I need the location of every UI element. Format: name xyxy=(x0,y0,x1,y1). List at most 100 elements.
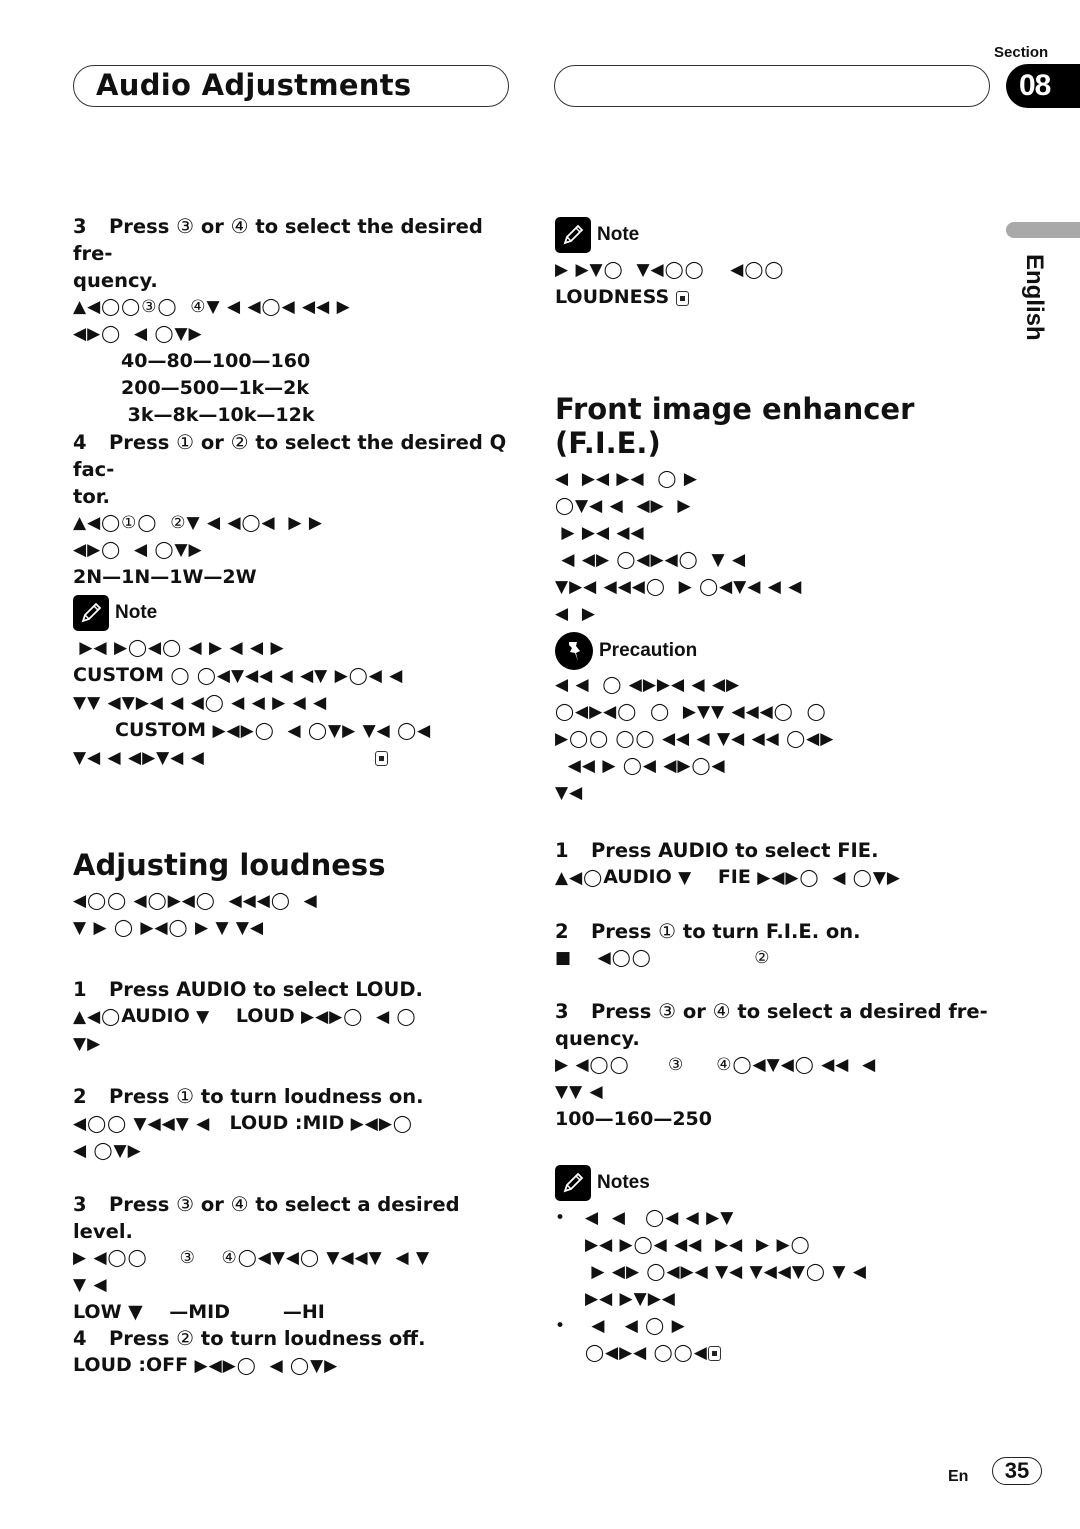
note-heading-text: Note xyxy=(597,224,640,245)
precaution-heading-text: Precaution xyxy=(599,640,698,661)
note-text: ▼▼ ◀▼▶◀ ◀ ◀◯ ◀ ◀ ▶ ◀ ◀ xyxy=(73,693,328,713)
body-text-part: ▲◀◯ xyxy=(73,1007,122,1027)
step-text: Press xyxy=(591,920,659,943)
body-text: ▲◀◯◯③◯ ④▼ ◀ ◀◯◀ ◀◀ ▶ xyxy=(73,297,351,317)
body-text: ▲◀◯①◯ ②▼ ◀ ◀◯◀ ▶ ▶ xyxy=(73,513,323,533)
button-4-icon: ④ xyxy=(230,214,249,238)
step-number: 4 xyxy=(73,431,87,454)
step-heading: 4 Press ② to turn loudness off. xyxy=(73,1325,523,1352)
level-values: LOW ▼ —MID —HI xyxy=(73,1299,523,1326)
loud-off-keyword: LOUD :OFF xyxy=(73,1354,189,1376)
notes-box-right: Notes • ◀ ◀ ◯◀ ◀ ▶▼ ▶◀ ▶◯◀ ◀◀ ▶◀ ▶ ▶◯ ▶ … xyxy=(555,1165,1005,1367)
loudness-step-3: 3 Press ③ or ④ to select a desired level.… xyxy=(73,1191,523,1326)
bullet: • xyxy=(555,1316,567,1336)
step-heading-cont: quency. xyxy=(73,269,158,292)
body-text: LOUD :OFF ▶◀▶◯ ◀ ◯▼▶ xyxy=(73,1352,523,1380)
button-1-icon: ① xyxy=(176,430,195,454)
step-number: 3 xyxy=(555,1000,569,1023)
step-select-q-factor: 4 Press ① or ② to select the desired Q fa… xyxy=(73,429,523,591)
step-text: Press xyxy=(109,1327,177,1350)
step-heading: 3 Press ③ or ④ to select a desired level. xyxy=(73,1191,523,1245)
step-text: Press xyxy=(591,1000,659,1023)
step-heading-cont: quency. xyxy=(555,1027,640,1050)
button-4-icon: ④ xyxy=(230,1192,249,1216)
button-2-icon: ② xyxy=(230,430,249,454)
step-text: Press xyxy=(109,215,177,238)
step-heading: 2 Press ① to turn F.I.E. on. xyxy=(555,918,1005,945)
button-3-icon: ③ xyxy=(658,999,677,1023)
language-tab-bar xyxy=(1006,222,1080,238)
step-text: to turn loudness on. xyxy=(194,1085,424,1108)
body-text: ◯◀▶◀◯ ◯ ▶▼▼ ◀◀◀◯ ◯ xyxy=(555,702,827,722)
note-text: ▶◀ ▶▼▶◀ xyxy=(585,1289,676,1309)
body-text: ▼▶◀ ◀◀◀◯ ▶ ◯◀▼◀ ◀ ◀ xyxy=(555,577,803,597)
step-number: 1 xyxy=(555,839,569,862)
body-text: ◀▶◯ ◀ ◯▼▶ xyxy=(73,324,203,344)
level-mid-hi: —MID —HI xyxy=(149,1301,325,1323)
step-number: 4 xyxy=(73,1327,87,1350)
pushpin-precaution-icon xyxy=(555,632,593,670)
note-box-right: Note ▶ ▶▼◯ ▼◀◯◯ ◀◯◯ LOUDNESS xyxy=(555,217,1005,312)
step-text: or xyxy=(676,1000,713,1023)
end-mark-icon xyxy=(374,750,388,766)
note-heading: Note xyxy=(73,595,523,631)
custom-keyword: CUSTOM xyxy=(115,719,207,741)
body-text: ▶◯◯ ◯◯ ◀◀ ◀ ▼◀ ◀◀ ◯◀▶ xyxy=(555,729,835,749)
step-text: or xyxy=(194,1193,231,1216)
custom-keyword: CUSTOM xyxy=(73,664,165,686)
step-text: Press xyxy=(109,431,177,454)
step-heading-cont: tor. xyxy=(73,485,110,508)
body-text-part: ◀◯◯ ▼◀◀▼ ◀ xyxy=(73,1114,230,1134)
body-text: ◀◯◯ ◀◯▶◀◯ ◀◀◀◯ ◀ xyxy=(73,891,318,911)
header-blank-frame xyxy=(554,65,990,107)
language-tab-label: English xyxy=(1021,254,1048,341)
section-number-tab: 08 xyxy=(1006,64,1080,108)
bullet: • xyxy=(555,1208,567,1228)
section-label: Section xyxy=(994,44,1049,61)
body-text: ▼▶ xyxy=(73,1034,102,1054)
q-factor-values: 2N—1N—1W—2W xyxy=(73,566,257,588)
note-text: ▶ ◀▶ ◯◀▶◀ ▼◀ ▼◀◀▼◯ ▼ ◀ xyxy=(585,1262,867,1282)
step-number: 1 xyxy=(73,978,87,1001)
notes-bullet-item: • ◀ ◀ ◯◀ ◀ ▶▼ ▶◀ ▶◯◀ ◀◀ ▶◀ ▶ ▶◯ ▶ ◀▶ ◯◀▶… xyxy=(555,1205,1005,1313)
note-text: ◀ ◀ ◯ ▶ xyxy=(585,1316,686,1336)
note-text: LOUDNESS xyxy=(555,284,1005,312)
section-number: 08 xyxy=(1019,69,1051,102)
step-heading: 4 Press ① or ② to select the desired Q fa… xyxy=(73,429,523,483)
body-text-part: ▼ xyxy=(671,868,718,888)
step-text: or xyxy=(194,431,231,454)
step-text: Press AUDIO to select LOUD. xyxy=(109,978,423,1001)
notes-heading: Notes xyxy=(555,1165,1005,1201)
loud-keyword: LOUD xyxy=(235,1005,295,1027)
frequency-values: 200—500—1k—2k xyxy=(121,377,310,399)
body-text: ▼ ◀ xyxy=(73,1275,108,1295)
loudness-step-2: 2 Press ① to turn loudness on. ◀◯◯ ▼◀◀▼ ◀… xyxy=(73,1083,523,1165)
pencil-note-icon xyxy=(73,595,109,631)
step-text: or xyxy=(194,215,231,238)
loud-mid-keyword: LOUD :MID xyxy=(229,1112,345,1134)
notes-bullet-item: • ◀ ◀ ◯ ▶ ◯◀▶◀ ◯◯◀ xyxy=(555,1313,1005,1367)
pencil-note-icon xyxy=(555,217,591,253)
fie-keyword: FIE xyxy=(717,866,751,888)
body-text-part: ▶◀▶◯ ◀ ◯▼▶ xyxy=(750,868,901,888)
note-text: ◯◀▶◀ ◯◯◀ xyxy=(585,1340,721,1367)
step-number: 2 xyxy=(73,1085,87,1108)
note-text-part: ◯ ◯◀▼◀◀ ◀ ◀▼ ▶◯◀ ◀ xyxy=(164,666,404,686)
body-text: ▼◀ xyxy=(555,783,584,803)
body-text: ◀ ▶ xyxy=(555,604,596,624)
button-2-icon: ② xyxy=(176,1326,195,1350)
note-box-left: Note ▶◀ ▶◯◀◯ ◀ ▶ ◀ ◀ ▶ CUSTOM ◯ ◯◀▼◀◀ ◀ … xyxy=(73,595,523,772)
body-text-part: ▶◀▶◯ ◀ ◯ xyxy=(294,1007,417,1027)
frequency-values: 3k—8k—10k—12k xyxy=(121,404,315,426)
button-4-icon: ④ xyxy=(712,999,731,1023)
step-select-frequency: 3 Press ③ or ④ to select the desired fre-… xyxy=(73,213,523,429)
body-text-part: ▼ xyxy=(121,1301,150,1323)
body-text: ▼ ▶ ◯ ▶◀◯ ▶ ▼ ▼◀ xyxy=(73,918,265,938)
frequency-values: 40—80—100—160 xyxy=(121,350,311,372)
step-text: to select a desired fre- xyxy=(730,1000,988,1023)
button-1-icon: ① xyxy=(176,1084,195,1108)
body-text: ◀ ▶◀ ▶◀ ◯ ▶ xyxy=(555,469,698,489)
fie-step-3: 3 Press ③ or ④ to select a desired fre- q… xyxy=(555,998,1005,1133)
body-text-part: ▶◀▶◯ xyxy=(344,1114,413,1134)
audio-keyword: AUDIO xyxy=(603,866,672,888)
